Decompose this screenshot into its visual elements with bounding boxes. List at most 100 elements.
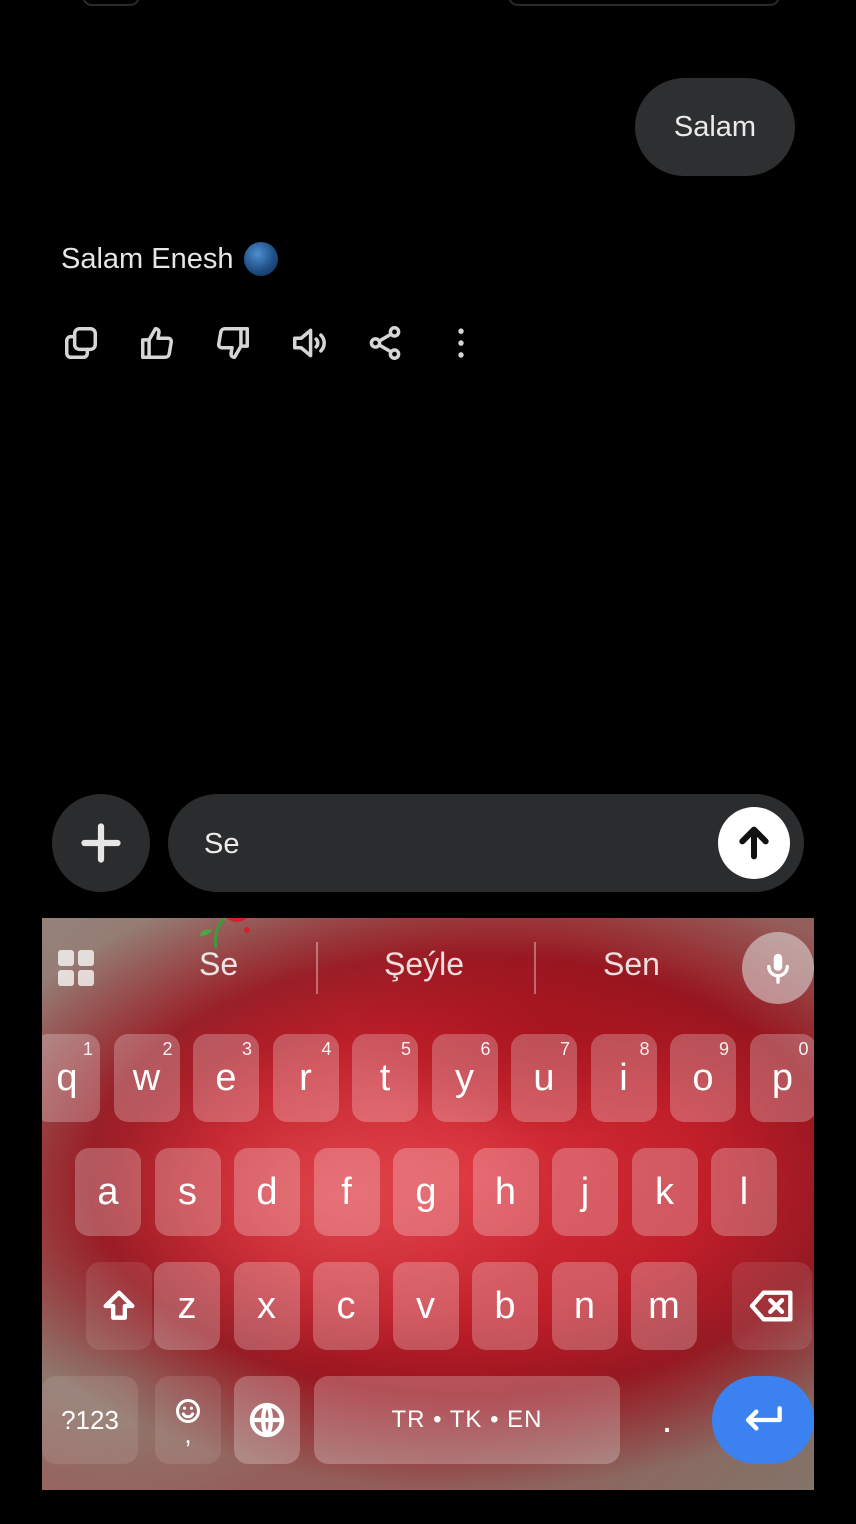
suggestion-2[interactable]: Şeýle <box>384 946 464 983</box>
thumbs-up-icon <box>141 327 173 359</box>
key-s-label: s <box>178 1170 197 1213</box>
key-b[interactable]: b <box>472 1262 538 1350</box>
key-a-label: a <box>97 1170 119 1213</box>
enter-icon <box>745 1406 782 1431</box>
suggestion-strip: Se Şeýle Sen <box>42 918 814 1018</box>
key-c-label: c <box>336 1284 356 1327</box>
key-g[interactable]: g <box>393 1148 459 1236</box>
key-l[interactable]: l <box>711 1148 777 1236</box>
key-f[interactable]: f <box>313 1148 380 1236</box>
shift-key[interactable] <box>86 1262 152 1350</box>
suggestion-divider <box>534 942 536 994</box>
on-screen-keyboard: Se Şeýle Sen ?123 , TR • TK • EN . q 1 w… <box>42 918 814 1490</box>
enter-key[interactable] <box>712 1376 814 1464</box>
shift-icon <box>103 1290 135 1320</box>
key-o[interactable]: o9 <box>670 1034 736 1122</box>
voice-input-button[interactable] <box>742 932 814 1004</box>
key-a[interactable]: a <box>75 1148 141 1236</box>
key-y[interactable]: y6 <box>431 1034 498 1122</box>
reply-text: Salam Enesh <box>61 242 234 275</box>
top-bar <box>508 0 780 6</box>
language-key[interactable] <box>234 1376 300 1464</box>
key-x[interactable]: x <box>233 1262 300 1350</box>
key-w[interactable]: w2 <box>113 1034 180 1122</box>
key-p-hint: 0 <box>798 1039 809 1059</box>
key-z-label: z <box>177 1284 197 1327</box>
key-p-label: p <box>771 1056 794 1099</box>
key-v-label: v <box>416 1284 435 1327</box>
key-q-hint: 1 <box>82 1039 93 1059</box>
comma-label: , <box>184 1419 192 1449</box>
key-u-label: u <box>533 1056 555 1099</box>
plus-icon <box>81 823 121 863</box>
backspace-key[interactable] <box>732 1262 812 1350</box>
key-h-label: h <box>494 1170 517 1213</box>
key-f-label: f <box>341 1170 352 1213</box>
microphone-icon <box>767 953 789 984</box>
sent-message-text: Salam <box>673 110 757 143</box>
key-q[interactable]: q1 <box>42 1034 100 1122</box>
copy-button[interactable] <box>58 320 104 366</box>
suggestion-divider <box>316 942 318 994</box>
key-h[interactable]: h <box>472 1148 539 1236</box>
key-o-label: o <box>692 1056 714 1099</box>
key-x-label: x <box>257 1284 276 1327</box>
key-o-hint: 9 <box>718 1039 729 1059</box>
apps-grid-icon[interactable] <box>58 950 96 988</box>
key-k[interactable]: k <box>631 1148 698 1236</box>
key-d-label: d <box>256 1170 278 1213</box>
key-s[interactable]: s <box>154 1148 221 1236</box>
key-d[interactable]: d <box>234 1148 300 1236</box>
key-l-label: l <box>739 1170 749 1213</box>
period-key[interactable]: . <box>634 1376 700 1464</box>
key-r-label: r <box>299 1056 312 1099</box>
key-w-label: w <box>132 1056 161 1099</box>
add-attachment-button[interactable] <box>52 794 150 892</box>
suggestion-1[interactable]: Se <box>199 946 238 983</box>
reply-actions <box>58 320 514 366</box>
share-button[interactable] <box>362 320 408 366</box>
key-c[interactable]: c <box>313 1262 379 1350</box>
assistant-reply: Salam Enesh <box>61 242 278 276</box>
status-fragment <box>0 0 856 8</box>
dislike-button[interactable] <box>210 320 256 366</box>
suggestion-3[interactable]: Sen <box>603 946 660 983</box>
more-vertical-icon <box>458 328 464 358</box>
key-i[interactable]: i8 <box>590 1034 657 1122</box>
key-p[interactable]: p0 <box>749 1034 814 1122</box>
message-input-value: Se <box>204 828 240 860</box>
key-u[interactable]: u7 <box>511 1034 577 1122</box>
more-options-button[interactable] <box>438 320 484 366</box>
key-n[interactable]: n <box>551 1262 618 1350</box>
key-y-label: y <box>455 1056 474 1099</box>
backspace-icon <box>749 1290 793 1322</box>
key-r[interactable]: r4 <box>272 1034 339 1122</box>
key-b-label: b <box>494 1284 516 1327</box>
key-g-label: g <box>415 1170 437 1213</box>
key-t[interactable]: t5 <box>352 1034 418 1122</box>
send-button[interactable] <box>718 807 790 879</box>
copy-icon <box>65 327 97 359</box>
key-k-label: k <box>655 1170 674 1213</box>
like-button[interactable] <box>134 320 180 366</box>
sent-message-bubble: Salam <box>635 78 795 176</box>
key-j-label: j <box>580 1170 590 1213</box>
space-bar[interactable]: TR • TK • EN <box>314 1376 620 1464</box>
key-y-hint: 6 <box>480 1039 491 1059</box>
read-aloud-button[interactable] <box>286 320 332 366</box>
key-e[interactable]: e3 <box>193 1034 259 1122</box>
arrow-up-icon <box>739 826 769 860</box>
symbols-key[interactable]: ?123 <box>42 1376 138 1464</box>
message-input[interactable]: Se <box>168 794 804 892</box>
key-e-label: e <box>215 1056 237 1099</box>
speaker-icon <box>293 328 326 358</box>
key-z[interactable]: z <box>154 1262 220 1350</box>
key-m-label: m <box>648 1284 680 1327</box>
emoji-comma-key[interactable]: , <box>155 1376 221 1464</box>
key-i-label: i <box>619 1056 628 1099</box>
key-v[interactable]: v <box>392 1262 459 1350</box>
key-i-hint: 8 <box>639 1039 650 1059</box>
key-m[interactable]: m <box>631 1262 697 1350</box>
key-j[interactable]: j <box>552 1148 618 1236</box>
key-r-hint: 4 <box>321 1039 332 1059</box>
